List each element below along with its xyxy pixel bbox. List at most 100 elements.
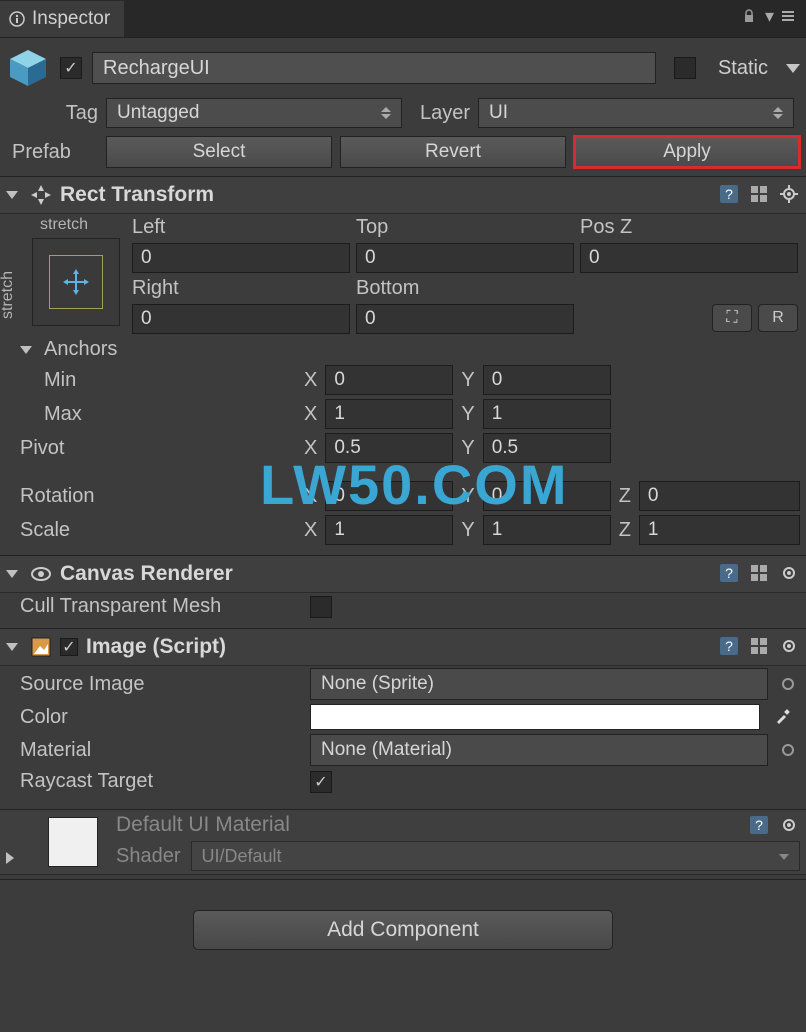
raycast-checkbox[interactable] [310,771,332,793]
scale-y-field[interactable]: 1 [483,515,611,545]
posz-field[interactable]: 0 [580,243,798,273]
left-label: Left [132,216,350,239]
material-header[interactable]: Default UI Material Shader UI/Default ? [0,809,806,875]
gear-icon[interactable] [778,635,800,657]
gameobject-icon[interactable] [6,46,50,90]
canvas-renderer-title: Canvas Renderer [60,562,233,586]
anchor-min-y-field[interactable]: 0 [483,365,611,395]
help-icon[interactable]: ? [748,814,770,836]
rotation-row: Rotation X 0 Y 0 Z 0 [0,479,806,513]
rotation-z-field[interactable]: 0 [639,481,800,511]
anchors-label: Anchors [44,338,117,361]
scale-label: Scale [20,519,296,542]
scale-row: Scale X 1 Y 1 Z 1 [0,513,806,547]
material-field[interactable]: None (Material) [310,734,768,766]
rotation-y-field[interactable]: 0 [483,481,611,511]
pivot-row: Pivot X 0.5 Y 0.5 [0,431,806,465]
image-title: Image (Script) [86,635,226,659]
gameobject-name: RechargeUI [103,57,210,80]
help-icon[interactable]: ? [718,183,740,205]
pivot-label: Pivot [20,437,296,460]
object-picker-icon[interactable] [782,744,794,756]
preset-icon[interactable] [748,183,770,205]
prefab-label: Prefab [12,141,98,164]
tag-popup[interactable]: Untagged [106,98,402,128]
material-preview [48,817,98,867]
gear-icon[interactable] [778,183,800,205]
layer-value: UI [489,102,508,124]
static-dropdown-icon[interactable] [786,64,800,73]
help-icon[interactable]: ? [718,562,740,584]
posz-label: Pos Z [580,216,798,239]
anchor-min-row: Min X 0 Y 0 [0,363,806,397]
source-image-row: Source Image None (Sprite) [0,666,806,702]
right-field[interactable]: 0 [132,304,350,334]
color-field[interactable] [310,704,760,730]
add-component-button[interactable]: Add Component [193,910,613,950]
pivot-y-field[interactable]: 0.5 [483,433,611,463]
blueprint-mode-button[interactable]: ⛶ [712,304,752,332]
tag-label: Tag [46,102,98,125]
tag-value: Untagged [117,102,199,124]
anchors-row[interactable]: Anchors [0,336,806,363]
rotation-x-field[interactable]: 0 [325,481,453,511]
layer-popup[interactable]: UI [478,98,794,128]
eyedropper-icon[interactable] [774,707,794,727]
anchor-max-x-field[interactable]: 1 [325,399,453,429]
prefab-apply-button[interactable]: Apply [574,136,800,168]
inspector-tab[interactable]: Inspector [0,1,124,37]
image-icon [30,636,52,658]
svg-text:?: ? [755,817,763,833]
prefab-select-button[interactable]: Select [106,136,332,168]
right-label: Right [132,277,350,300]
gameobject-header: RechargeUI Static [0,38,806,96]
bottom-field[interactable]: 0 [356,304,574,334]
raw-edit-button[interactable]: R [758,304,798,332]
static-checkbox[interactable] [674,57,696,79]
shader-popup[interactable]: UI/Default [191,841,801,871]
svg-text:?: ? [725,186,733,202]
anchor-min-x-field[interactable]: 0 [325,365,453,395]
color-row: Color [0,702,806,732]
tab-bar: Inspector ▾ [0,0,806,38]
image-enabled-checkbox[interactable] [60,638,78,656]
svg-text:?: ? [725,565,733,581]
anchor-max-y-field[interactable]: 1 [483,399,611,429]
top-field[interactable]: 0 [356,243,574,273]
bottom-label: Bottom [356,277,574,300]
rect-transform-body: stretch stretch Left Top Pos Z 0 0 0 Rig… [0,214,806,334]
tab-dropdown-icon[interactable]: ▾ [765,6,774,27]
source-image-field[interactable]: None (Sprite) [310,668,768,700]
pivot-x-field[interactable]: 0.5 [325,433,453,463]
cull-row: Cull Transparent Mesh [0,593,806,620]
help-icon[interactable]: ? [718,635,740,657]
gear-icon[interactable] [778,562,800,584]
prefab-revert-button[interactable]: Revert [340,136,566,168]
rect-transform-header[interactable]: Rect Transform ? [0,176,806,214]
preset-icon[interactable] [748,562,770,584]
canvas-renderer-header[interactable]: Canvas Renderer ? [0,555,806,593]
info-icon [8,10,26,28]
static-label: Static [718,57,768,80]
scale-z-field[interactable]: 1 [639,515,800,545]
source-image-label: Source Image [20,673,302,696]
anchor-max-row: Max X 1 Y 1 [0,397,806,431]
gear-icon[interactable] [778,814,800,836]
scale-x-field[interactable]: 1 [325,515,453,545]
left-field[interactable]: 0 [132,243,350,273]
object-picker-icon[interactable] [782,678,794,690]
image-header[interactable]: Image (Script) ? [0,628,806,666]
rect-transform-title: Rect Transform [60,183,214,207]
context-menu-icon[interactable] [780,8,798,26]
enabled-checkbox[interactable] [60,57,82,79]
anchor-preset-button[interactable] [32,238,120,326]
layer-label: Layer [420,102,470,125]
lock-icon[interactable] [741,8,759,26]
cull-checkbox[interactable] [310,596,332,618]
min-label: Min [44,369,296,392]
stretch-h-label: stretch [16,216,120,234]
canvas-renderer-icon [30,563,52,585]
preset-icon[interactable] [748,635,770,657]
gameobject-name-field[interactable]: RechargeUI [92,52,656,84]
color-label: Color [20,706,302,729]
